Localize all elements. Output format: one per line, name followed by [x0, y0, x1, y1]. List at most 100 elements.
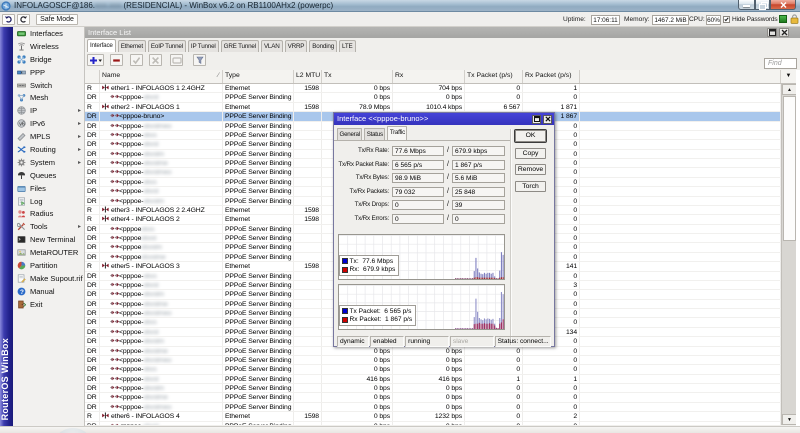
dialog-tab-general[interactable]: General [337, 128, 362, 140]
tab-vrrp[interactable]: VRRP [285, 40, 308, 52]
field-value-rx[interactable]: 5.6 MiB [452, 173, 505, 183]
table-row[interactable]: DR<pppoe-xkvstmePPPoE Server Binding0 bp… [85, 393, 781, 402]
tab-vlan[interactable]: VLAN [261, 40, 283, 52]
vertical-scrollbar[interactable]: ▲ ▼ [781, 84, 796, 425]
enable-button[interactable] [130, 54, 143, 66]
table-row[interactable]: DR<pppoe-xkvstmeoPPPoE Server Binding0 b… [85, 356, 781, 365]
iflist-restore-button[interactable] [767, 28, 777, 37]
sidebar-item-tools[interactable]: Tools▸ [13, 220, 84, 233]
sidebar-item-partition[interactable]: Partition [13, 259, 84, 272]
dialog-tab-traffic[interactable]: Traffic [387, 126, 407, 140]
table-row[interactable]: DR<pppoe-xkvsPPPoE Server Binding0 bps0 … [85, 365, 781, 374]
column-header-rx-packet-p-s-[interactable]: Rx Packet (p/s) [523, 70, 580, 83]
table-row[interactable]: DR<pppoe-xkvstPPPoE Server Binding0 bps0… [85, 422, 781, 426]
sidebar-item-system[interactable]: System▸ [13, 156, 84, 169]
field-value-rx[interactable]: 39 [452, 200, 505, 210]
sidebar-item-queues[interactable]: Queues [13, 169, 84, 182]
ok-button[interactable]: OK [515, 130, 546, 142]
sidebar-item-ipv6[interactable]: v6IPv6▸ [13, 117, 84, 130]
sidebar-item-new-terminal[interactable]: New Terminal [13, 233, 84, 246]
column-header-name[interactable]: Name∕ [100, 70, 223, 83]
sidebar-item-routing[interactable]: Routing▸ [13, 143, 84, 156]
field-value-rx[interactable]: 0 [452, 214, 505, 224]
safe-mode-button[interactable]: Safe Mode [36, 14, 78, 25]
tab-interface[interactable]: Interface [87, 39, 116, 52]
table-row[interactable]: DR<pppoe-xkvstPPPoE Server Binding416 bp… [85, 375, 781, 384]
scroll-down-button[interactable]: ▼ [782, 414, 797, 425]
field-value-rx[interactable]: 1 867 p/s [452, 160, 505, 170]
table-row[interactable]: DR<pppoe-xkvstmeoPPPoE Server Binding0 b… [85, 403, 781, 412]
column-header-rx[interactable]: Rx [393, 70, 465, 83]
field-value-tx[interactable]: 77.6 Mbps [392, 146, 444, 156]
dialog-tab-status[interactable]: Status [364, 128, 385, 140]
restore-button[interactable] [755, 0, 770, 10]
column-header-tx-packet-p-s-[interactable]: Tx Packet (p/s) [465, 70, 523, 83]
field-value-tx[interactable]: 0 [392, 214, 444, 224]
tab-eoip-tunnel[interactable]: EoIP Tunnel [148, 40, 186, 52]
minimize-button[interactable] [738, 0, 755, 10]
column-header-flags[interactable] [85, 70, 100, 83]
remove-button[interactable] [110, 54, 123, 66]
sidebar-item-wireless[interactable]: Wireless [13, 40, 84, 53]
table-row[interactable]: Rether6 - INFOLAGOS 4Ethernet15980 bps12… [85, 412, 781, 421]
torch-button[interactable]: Torch [515, 181, 546, 193]
tab-ethernet[interactable]: Ethernet [118, 40, 146, 52]
close-button[interactable] [770, 0, 796, 10]
find-input[interactable]: Find [764, 58, 797, 69]
table-row[interactable]: DR<pppoe-xkvstmPPPoE Server Binding0 bps… [85, 384, 781, 393]
sidebar-item-manual[interactable]: ?Manual [13, 285, 84, 298]
table-row[interactable]: Rether1 - INFOLAGOS 1 2.4GHZEthernet1598… [85, 84, 781, 93]
cell-txp: 0 [465, 347, 523, 355]
sidebar-item-radius[interactable]: Radius [13, 207, 84, 220]
field-value-rx[interactable]: 25 848 [452, 187, 505, 197]
copy-button[interactable]: Copy [515, 148, 546, 160]
column-selector-button[interactable]: ▼ [781, 70, 796, 84]
sidebar-item-make-supout-rif[interactable]: Make Supout.rif [13, 272, 84, 285]
comment-button[interactable] [170, 54, 183, 66]
undo-button[interactable] [2, 14, 15, 25]
table-row[interactable]: DR<pppoe-xkvstmePPPoE Server Binding0 bp… [85, 347, 781, 356]
dialog-rollup-button[interactable] [532, 115, 541, 124]
dialog-close-button[interactable] [543, 115, 552, 124]
sidebar-item-bridge[interactable]: Bridge [13, 53, 84, 66]
sidebar-item-ip[interactable]: IP▸ [13, 104, 84, 117]
sidebar-item-mesh[interactable]: Mesh [13, 91, 84, 104]
column-header-type[interactable]: Type [223, 70, 294, 83]
iflist-titlebar[interactable]: Interface List [85, 27, 800, 38]
sidebar-item-interfaces[interactable]: Interfaces [13, 27, 84, 40]
tab-bonding[interactable]: Bonding [309, 40, 337, 52]
redo-button[interactable] [17, 14, 30, 25]
interface-name: <pppoe [119, 244, 141, 251]
hide-passwords-checkbox[interactable] [723, 16, 730, 23]
disable-button[interactable] [149, 54, 162, 66]
sidebar-item-ppp[interactable]: PPP [13, 66, 84, 79]
cell-mtu: 1598 [294, 215, 322, 223]
tab-ip-tunnel[interactable]: IP Tunnel [188, 40, 219, 52]
pppoe-binding-icon [110, 187, 119, 194]
sidebar-item-exit[interactable]: Exit [13, 298, 84, 311]
remove-button[interactable]: Remove [515, 164, 546, 176]
add-button[interactable] [87, 54, 104, 66]
sidebar-item-files[interactable]: Files [13, 182, 84, 195]
tab-lte[interactable]: LTE [339, 40, 355, 52]
tab-gre-tunnel[interactable]: GRE Tunnel [221, 40, 259, 52]
scroll-up-button[interactable]: ▲ [782, 84, 797, 95]
column-header-l2-mtu[interactable]: L2 MTU [294, 70, 322, 83]
field-value-tx[interactable]: 0 [392, 200, 444, 210]
dialog-titlebar[interactable]: Interface <<pppoe-bruno>> [334, 113, 554, 125]
sidebar-item-metarouter[interactable]: MetaROUTER [13, 246, 84, 259]
field-value-tx[interactable]: 79 032 [392, 187, 444, 197]
sidebar-item-switch[interactable]: Switch [13, 79, 84, 92]
iflist-close-button[interactable] [779, 28, 789, 37]
field-value-rx[interactable]: 679.9 kbps [452, 146, 505, 156]
hide-passwords-label[interactable]: Hide Passwords [732, 16, 778, 23]
sidebar-item-log[interactable]: Log [13, 195, 84, 208]
field-value-tx[interactable]: 98.9 MiB [392, 173, 444, 183]
filter-button[interactable] [193, 54, 206, 66]
table-row[interactable]: Rether2 - INFOLAGOS 1Ethernet159878.9 Mb… [85, 103, 781, 112]
column-header-tx[interactable]: Tx [322, 70, 393, 83]
sidebar-item-mpls[interactable]: MPLS▸ [13, 130, 84, 143]
table-row[interactable]: DR<pppoe-xkvstPPPoE Server Binding0 bps0… [85, 93, 781, 102]
scrollbar-thumb[interactable] [783, 96, 796, 241]
field-value-tx[interactable]: 6 565 p/s [392, 160, 444, 170]
